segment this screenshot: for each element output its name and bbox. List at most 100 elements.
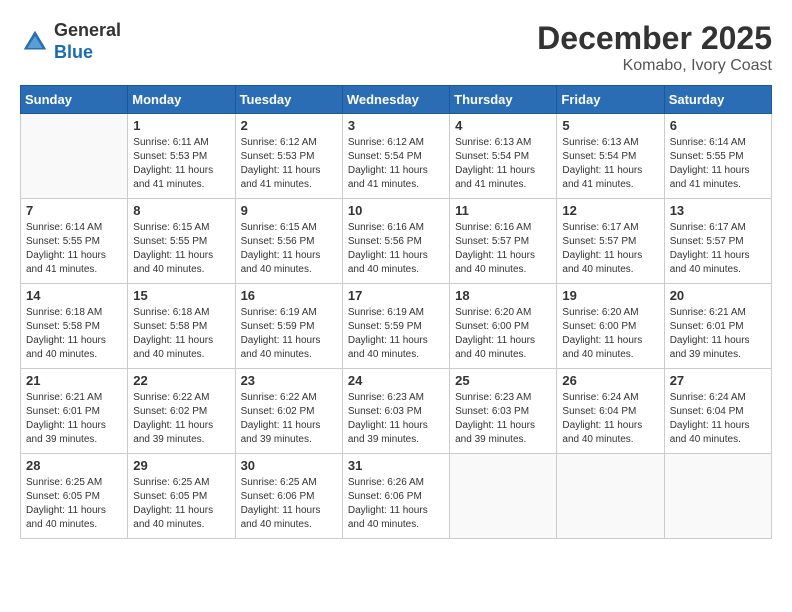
day-number: 1 [133, 118, 229, 133]
day-number: 26 [562, 373, 658, 388]
day-info: Sunrise: 6:26 AMSunset: 6:06 PMDaylight:… [348, 476, 444, 532]
day-number: 17 [348, 288, 444, 303]
day-number: 4 [455, 118, 551, 133]
calendar-cell [450, 454, 557, 539]
day-number: 19 [562, 288, 658, 303]
month-title: December 2025 [537, 20, 772, 57]
day-number: 5 [562, 118, 658, 133]
calendar-cell: 8 Sunrise: 6:15 AMSunset: 5:55 PMDaylight… [128, 199, 235, 284]
day-number: 2 [241, 118, 337, 133]
calendar-cell [664, 454, 771, 539]
day-number: 20 [670, 288, 766, 303]
calendar-week-row: 28Sunrise: 6:25 AMSunset: 6:05 PMDayligh… [21, 454, 772, 539]
weekday-header: Saturday [664, 86, 771, 114]
day-number: 12 [562, 203, 658, 218]
day-info: Sunrise: 6:19 AMSunset: 5:59 PMDaylight:… [241, 306, 337, 362]
day-number: 24 [348, 373, 444, 388]
day-info: Sunrise: 6:13 AMSunset: 5:54 PMDaylight:… [562, 136, 658, 192]
calendar-cell: 5 Sunrise: 6:13 AMSunset: 5:54 PMDaylight… [557, 114, 664, 199]
day-number: 23 [241, 373, 337, 388]
day-number: 25 [455, 373, 551, 388]
day-number: 16 [241, 288, 337, 303]
day-info: Sunrise: 6:22 AMSunset: 6:02 PMDaylight:… [241, 391, 337, 447]
calendar-cell: 1Sunrise: 6:11 AMSunset: 5:53 PMDaylight… [128, 114, 235, 199]
weekday-header: Tuesday [235, 86, 342, 114]
day-info: Sunrise: 6:14 AMSunset: 5:55 PMDaylight:… [26, 221, 122, 277]
weekday-header: Thursday [450, 86, 557, 114]
day-info: Sunrise: 6:18 AMSunset: 5:58 PMDaylight:… [26, 306, 122, 362]
weekday-header: Sunday [21, 86, 128, 114]
calendar-cell: 28Sunrise: 6:25 AMSunset: 6:05 PMDayligh… [21, 454, 128, 539]
logo: General Blue [20, 20, 121, 63]
day-number: 14 [26, 288, 122, 303]
day-info: Sunrise: 6:22 AMSunset: 6:02 PMDaylight:… [133, 391, 229, 447]
calendar-cell: 25 Sunrise: 6:23 AMSunset: 6:03 PMDayligh… [450, 369, 557, 454]
day-info: Sunrise: 6:21 AMSunset: 6:01 PMDaylight:… [26, 391, 122, 447]
day-number: 31 [348, 458, 444, 473]
day-number: 18 [455, 288, 551, 303]
calendar-cell: 15 Sunrise: 6:18 AMSunset: 5:58 PMDayligh… [128, 284, 235, 369]
calendar-cell: 30 Sunrise: 6:25 AMSunset: 6:06 PMDayligh… [235, 454, 342, 539]
title-block: December 2025 Komabo, Ivory Coast [537, 20, 772, 75]
day-info: Sunrise: 6:15 AMSunset: 5:56 PMDaylight:… [241, 221, 337, 277]
day-info: Sunrise: 6:24 AMSunset: 6:04 PMDaylight:… [562, 391, 658, 447]
calendar-cell: 20Sunrise: 6:21 AMSunset: 6:01 PMDayligh… [664, 284, 771, 369]
day-info: Sunrise: 6:20 AMSunset: 6:00 PMDaylight:… [562, 306, 658, 362]
day-number: 9 [241, 203, 337, 218]
calendar-week-row: 1Sunrise: 6:11 AMSunset: 5:53 PMDaylight… [21, 114, 772, 199]
day-number: 27 [670, 373, 766, 388]
calendar-cell: 17 Sunrise: 6:19 AMSunset: 5:59 PMDayligh… [342, 284, 449, 369]
day-number: 13 [670, 203, 766, 218]
calendar-cell: 14 Sunrise: 6:18 AMSunset: 5:58 PMDayligh… [21, 284, 128, 369]
day-info: Sunrise: 6:23 AMSunset: 6:03 PMDaylight:… [455, 391, 551, 447]
day-info: Sunrise: 6:12 AMSunset: 5:54 PMDaylight:… [348, 136, 444, 192]
calendar-week-row: 21 Sunrise: 6:21 AMSunset: 6:01 PMDayligh… [21, 369, 772, 454]
calendar-cell: 12Sunrise: 6:17 AMSunset: 5:57 PMDayligh… [557, 199, 664, 284]
day-info: Sunrise: 6:25 AMSunset: 6:05 PMDaylight:… [26, 476, 122, 532]
day-info: Sunrise: 6:19 AMSunset: 5:59 PMDaylight:… [348, 306, 444, 362]
calendar-cell: 22 Sunrise: 6:22 AMSunset: 6:02 PMDayligh… [128, 369, 235, 454]
calendar-cell: 9 Sunrise: 6:15 AMSunset: 5:56 PMDaylight… [235, 199, 342, 284]
calendar-cell: 31 Sunrise: 6:26 AMSunset: 6:06 PMDayligh… [342, 454, 449, 539]
calendar-cell: 2Sunrise: 6:12 AMSunset: 5:53 PMDaylight… [235, 114, 342, 199]
calendar-cell: 26 Sunrise: 6:24 AMSunset: 6:04 PMDayligh… [557, 369, 664, 454]
calendar-cell: 18 Sunrise: 6:20 AMSunset: 6:00 PMDayligh… [450, 284, 557, 369]
day-info: Sunrise: 6:23 AMSunset: 6:03 PMDaylight:… [348, 391, 444, 447]
calendar-cell: 16 Sunrise: 6:19 AMSunset: 5:59 PMDayligh… [235, 284, 342, 369]
calendar-cell: 6 Sunrise: 6:14 AMSunset: 5:55 PMDaylight… [664, 114, 771, 199]
day-info: Sunrise: 6:15 AMSunset: 5:55 PMDaylight:… [133, 221, 229, 277]
day-info: Sunrise: 6:17 AMSunset: 5:57 PMDaylight:… [670, 221, 766, 277]
logo-text: General Blue [54, 20, 121, 63]
day-info: Sunrise: 6:14 AMSunset: 5:55 PMDaylight:… [670, 136, 766, 192]
calendar-cell: 7Sunrise: 6:14 AMSunset: 5:55 PMDaylight… [21, 199, 128, 284]
page-header: General Blue December 2025 Komabo, Ivory… [20, 20, 772, 75]
calendar-week-row: 14 Sunrise: 6:18 AMSunset: 5:58 PMDayligh… [21, 284, 772, 369]
day-info: Sunrise: 6:18 AMSunset: 5:58 PMDaylight:… [133, 306, 229, 362]
calendar-cell: 29 Sunrise: 6:25 AMSunset: 6:05 PMDayligh… [128, 454, 235, 539]
calendar-cell: 3 Sunrise: 6:12 AMSunset: 5:54 PMDaylight… [342, 114, 449, 199]
calendar-cell: 19 Sunrise: 6:20 AMSunset: 6:00 PMDayligh… [557, 284, 664, 369]
day-number: 30 [241, 458, 337, 473]
calendar-cell: 23 Sunrise: 6:22 AMSunset: 6:02 PMDayligh… [235, 369, 342, 454]
calendar-cell [21, 114, 128, 199]
logo-icon [20, 27, 50, 57]
day-number: 22 [133, 373, 229, 388]
day-info: Sunrise: 6:13 AMSunset: 5:54 PMDaylight:… [455, 136, 551, 192]
calendar-cell [557, 454, 664, 539]
day-info: Sunrise: 6:25 AMSunset: 6:05 PMDaylight:… [133, 476, 229, 532]
day-info: Sunrise: 6:16 AMSunset: 5:56 PMDaylight:… [348, 221, 444, 277]
day-info: Sunrise: 6:25 AMSunset: 6:06 PMDaylight:… [241, 476, 337, 532]
day-number: 29 [133, 458, 229, 473]
day-number: 21 [26, 373, 122, 388]
day-info: Sunrise: 6:20 AMSunset: 6:00 PMDaylight:… [455, 306, 551, 362]
day-number: 8 [133, 203, 229, 218]
day-number: 15 [133, 288, 229, 303]
weekday-header: Friday [557, 86, 664, 114]
day-info: Sunrise: 6:24 AMSunset: 6:04 PMDaylight:… [670, 391, 766, 447]
day-number: 10 [348, 203, 444, 218]
calendar-cell: 4 Sunrise: 6:13 AMSunset: 5:54 PMDaylight… [450, 114, 557, 199]
calendar-header-row: SundayMondayTuesdayWednesdayThursdayFrid… [21, 86, 772, 114]
weekday-header: Wednesday [342, 86, 449, 114]
day-number: 6 [670, 118, 766, 133]
day-number: 3 [348, 118, 444, 133]
